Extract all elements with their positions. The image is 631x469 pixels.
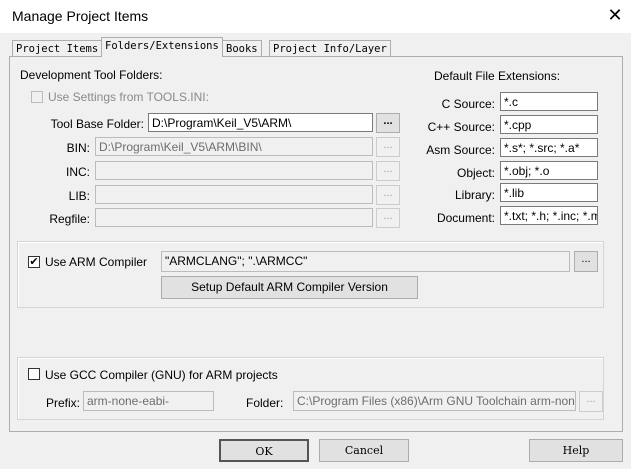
use-gcc-compiler-label: Use GCC Compiler (GNU) for ARM projects bbox=[45, 368, 278, 382]
regfile-label: Regfile: bbox=[49, 212, 90, 226]
bin-label: BIN: bbox=[66, 141, 90, 155]
use-arm-compiler-label: Use ARM Compiler bbox=[45, 255, 148, 269]
use-gcc-compiler-checkbox[interactable] bbox=[28, 368, 40, 380]
help-button[interactable]: Help bbox=[529, 439, 623, 462]
cpp-source-label: C++ Source: bbox=[427, 120, 495, 134]
extensions-heading: Default File Extensions: bbox=[434, 69, 561, 83]
document-input[interactable]: *.txt; *.h; *.inc; *.md bbox=[500, 206, 598, 225]
c-source-label: C Source: bbox=[441, 97, 495, 111]
inc-input[interactable] bbox=[95, 161, 373, 180]
window-title: Manage Project Items bbox=[12, 8, 149, 24]
cpp-source-input[interactable]: *.cpp bbox=[500, 115, 598, 134]
inc-label: INC: bbox=[66, 165, 90, 179]
lib-browse-button[interactable]: ... bbox=[376, 185, 400, 205]
lib-label: LIB: bbox=[68, 189, 90, 203]
c-source-input[interactable]: *.c bbox=[500, 92, 598, 111]
inc-browse-button[interactable]: ... bbox=[376, 161, 400, 181]
library-label: Library: bbox=[454, 188, 495, 202]
bin-input[interactable]: D:\Program\Keil_V5\ARM\BIN\ bbox=[95, 137, 373, 156]
regfile-browse-button[interactable]: ... bbox=[376, 208, 400, 228]
use-arm-compiler-checkbox[interactable]: ✔ bbox=[28, 256, 40, 268]
tool-base-input[interactable]: D:\Program\Keil_V5\ARM\ bbox=[148, 113, 373, 132]
folder-label: Folder: bbox=[246, 396, 284, 410]
tab-folders-extensions[interactable]: Folders/Extensions bbox=[101, 37, 223, 57]
library-input[interactable]: *.lib bbox=[500, 183, 598, 202]
use-settings-label: Use Settings from TOOLS.INI: bbox=[48, 90, 209, 104]
setup-arm-compiler-button[interactable]: Setup Default ARM Compiler Version bbox=[161, 276, 418, 299]
document-label: Document: bbox=[436, 211, 495, 225]
bin-browse-button[interactable]: ... bbox=[376, 137, 400, 157]
gcc-folder-input[interactable]: C:\Program Files (x86)\Arm GNU Toolchain… bbox=[293, 391, 576, 411]
cancel-button[interactable]: Cancel bbox=[319, 439, 409, 462]
tab-books[interactable]: Books bbox=[222, 40, 262, 57]
object-input[interactable]: *.obj; *.o bbox=[500, 161, 598, 180]
arm-compiler-browse-button[interactable]: ... bbox=[574, 251, 598, 272]
gcc-folder-browse-button[interactable]: ... bbox=[579, 391, 603, 412]
tab-project-items[interactable]: Project Items bbox=[12, 40, 103, 57]
asm-source-input[interactable]: *.s*; *.src; *.a* bbox=[500, 138, 598, 157]
folders-heading: Development Tool Folders: bbox=[20, 68, 163, 82]
regfile-input[interactable] bbox=[95, 208, 373, 227]
tool-base-label: Tool Base Folder: bbox=[50, 117, 144, 131]
ok-button[interactable]: OK bbox=[219, 439, 309, 462]
close-button[interactable]: ✕ bbox=[603, 4, 627, 26]
object-label: Object: bbox=[456, 166, 495, 180]
arm-compiler-input[interactable]: "ARMCLANG"; ".\ARMCC" bbox=[161, 251, 570, 272]
asm-source-label: Asm Source: bbox=[426, 143, 495, 157]
lib-input[interactable] bbox=[95, 185, 373, 204]
prefix-label: Prefix: bbox=[46, 396, 81, 410]
tab-project-info-layer[interactable]: Project Info/Layer bbox=[269, 40, 391, 57]
tool-base-browse-button[interactable]: ... bbox=[376, 113, 400, 133]
prefix-input[interactable]: arm-none-eabi- bbox=[83, 391, 214, 411]
use-settings-checkbox[interactable] bbox=[31, 91, 43, 103]
